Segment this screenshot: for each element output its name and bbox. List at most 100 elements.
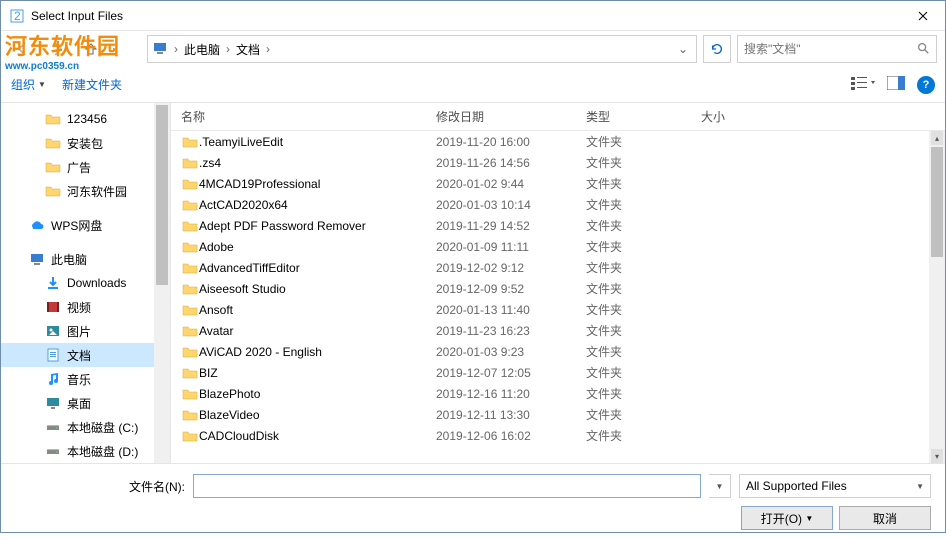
sidebar-scrollbar[interactable]	[154, 103, 170, 463]
file-name: BIZ	[199, 366, 436, 380]
sidebar-item[interactable]: WPS网盘	[1, 213, 170, 237]
file-row[interactable]: .TeamyiLiveEdit2019-11-20 16:00文件夹	[171, 131, 945, 152]
file-type: 文件夹	[586, 175, 701, 192]
sidebar-item[interactable]: 广告	[1, 155, 170, 179]
organize-button[interactable]: 组织▼	[11, 76, 46, 93]
file-date: 2020-01-13 11:40	[436, 303, 586, 317]
scrollbar-thumb[interactable]	[156, 105, 168, 285]
video-icon	[45, 299, 61, 315]
folder-icon	[181, 407, 199, 423]
sidebar-item[interactable]: 此电脑	[1, 247, 170, 271]
file-name: AViCAD 2020 - English	[199, 345, 436, 359]
chevron-down-icon[interactable]: ⌄	[674, 42, 692, 56]
file-type: 文件夹	[586, 322, 701, 339]
sidebar-item-label: Downloads	[67, 276, 126, 290]
sidebar-item-label: 本地磁盘 (C:)	[67, 419, 138, 436]
breadcrumb-part[interactable]: 此电脑	[180, 41, 224, 58]
file-name: Avatar	[199, 324, 436, 338]
title-bar: 2 Select Input Files	[1, 1, 945, 31]
file-row[interactable]: BlazeVideo2019-12-11 13:30文件夹	[171, 404, 945, 425]
file-type: 文件夹	[586, 217, 701, 234]
column-size[interactable]: 大小	[701, 108, 781, 125]
filename-dropdown-button[interactable]: ▼	[709, 474, 731, 498]
file-date: 2020-01-09 11:11	[436, 240, 586, 254]
search-icon[interactable]	[916, 41, 930, 58]
column-name[interactable]: 名称	[181, 108, 436, 125]
sidebar-item[interactable]: 桌面	[1, 391, 170, 415]
nav-forward-button[interactable]	[43, 35, 71, 63]
open-button[interactable]: 打开(O) ▼	[741, 506, 833, 530]
sidebar-item[interactable]: Downloads	[1, 271, 170, 295]
sidebar-item[interactable]: 图片	[1, 319, 170, 343]
nav-back-button[interactable]	[9, 35, 37, 63]
picture-icon	[45, 323, 61, 339]
file-row[interactable]: Avatar2019-11-23 16:23文件夹	[171, 320, 945, 341]
file-type: 文件夹	[586, 427, 701, 444]
preview-pane-button[interactable]	[887, 76, 905, 93]
column-type[interactable]: 类型	[586, 108, 701, 125]
sidebar-item[interactable]: 河东软件园	[1, 179, 170, 203]
sidebar-item[interactable]: 文档	[1, 343, 170, 367]
new-folder-button[interactable]: 新建文件夹	[62, 76, 122, 93]
sidebar-item-label: 文档	[67, 347, 91, 364]
file-row[interactable]: BlazePhoto2019-12-16 11:20文件夹	[171, 383, 945, 404]
file-type: 文件夹	[586, 385, 701, 402]
file-date: 2019-11-23 16:23	[436, 324, 586, 338]
help-button[interactable]: ?	[917, 76, 935, 94]
chevron-right-icon[interactable]: ›	[264, 42, 272, 56]
file-type: 文件夹	[586, 301, 701, 318]
chevron-down-icon: ▼	[916, 482, 924, 491]
file-row[interactable]: AViCAD 2020 - English2020-01-03 9:23文件夹	[171, 341, 945, 362]
sidebar-item[interactable]: 本地磁盘 (C:)	[1, 415, 170, 439]
folder-icon	[181, 239, 199, 255]
file-row[interactable]: Adobe2020-01-09 11:11文件夹	[171, 236, 945, 257]
column-date[interactable]: 修改日期	[436, 108, 586, 125]
file-type: 文件夹	[586, 259, 701, 276]
scrollbar-thumb[interactable]	[931, 147, 943, 257]
file-name: Ansoft	[199, 303, 436, 317]
folder-icon	[181, 260, 199, 276]
sidebar-item[interactable]: 视频	[1, 295, 170, 319]
sidebar-item[interactable]: 本地磁盘 (D:)	[1, 439, 170, 463]
nav-up-button[interactable]	[77, 35, 105, 63]
folder-icon	[181, 218, 199, 234]
sidebar-item-label: WPS网盘	[51, 217, 102, 234]
scroll-down-icon[interactable]: ▾	[931, 449, 943, 463]
desktop-icon	[45, 395, 61, 411]
chevron-right-icon[interactable]: ›	[224, 42, 232, 56]
file-row[interactable]: Ansoft2020-01-13 11:40文件夹	[171, 299, 945, 320]
file-row[interactable]: CADCloudDisk2019-12-06 16:02文件夹	[171, 425, 945, 446]
file-row[interactable]: Adept PDF Password Remover2019-11-29 14:…	[171, 215, 945, 236]
file-row[interactable]: .zs42019-11-26 14:56文件夹	[171, 152, 945, 173]
breadcrumb-part[interactable]: 文档	[232, 41, 264, 58]
breadcrumb[interactable]: › 此电脑 › 文档 › ⌄	[147, 35, 697, 63]
sidebar-item-label: 广告	[67, 159, 91, 176]
search-input[interactable]	[744, 42, 916, 56]
file-row[interactable]: BIZ2019-12-07 12:05文件夹	[171, 362, 945, 383]
file-row[interactable]: AdvancedTiffEditor2019-12-02 9:12文件夹	[171, 257, 945, 278]
file-row[interactable]: Aiseesoft Studio2019-12-09 9:52文件夹	[171, 278, 945, 299]
chevron-right-icon[interactable]: ›	[172, 42, 180, 56]
scroll-up-icon[interactable]: ▴	[931, 131, 943, 145]
file-type: 文件夹	[586, 238, 701, 255]
sidebar-item-label: 安装包	[67, 135, 103, 152]
close-button[interactable]	[900, 1, 945, 30]
view-menu-button[interactable]	[851, 75, 875, 94]
search-box[interactable]	[737, 35, 937, 63]
filename-input[interactable]	[193, 474, 701, 498]
refresh-button[interactable]	[703, 35, 731, 63]
file-name: ActCAD2020x64	[199, 198, 436, 212]
file-scrollbar[interactable]: ▴ ▾	[929, 131, 945, 463]
file-row[interactable]: ActCAD2020x642020-01-03 10:14文件夹	[171, 194, 945, 215]
file-row[interactable]: 4MCAD19Professional2020-01-02 9:44文件夹	[171, 173, 945, 194]
sidebar-item[interactable]: 123456	[1, 107, 170, 131]
sidebar-item[interactable]: 安装包	[1, 131, 170, 155]
filetype-filter[interactable]: All Supported Files ▼	[739, 474, 931, 498]
cancel-button[interactable]: 取消	[839, 506, 931, 530]
sidebar-item-label: 视频	[67, 299, 91, 316]
folder-icon	[181, 386, 199, 402]
sidebar-item[interactable]: 音乐	[1, 367, 170, 391]
file-name: CADCloudDisk	[199, 429, 436, 443]
file-date: 2019-12-07 12:05	[436, 366, 586, 380]
file-list: ▴ ▾ .TeamyiLiveEdit2019-11-20 16:00文件夹.z…	[171, 131, 945, 463]
